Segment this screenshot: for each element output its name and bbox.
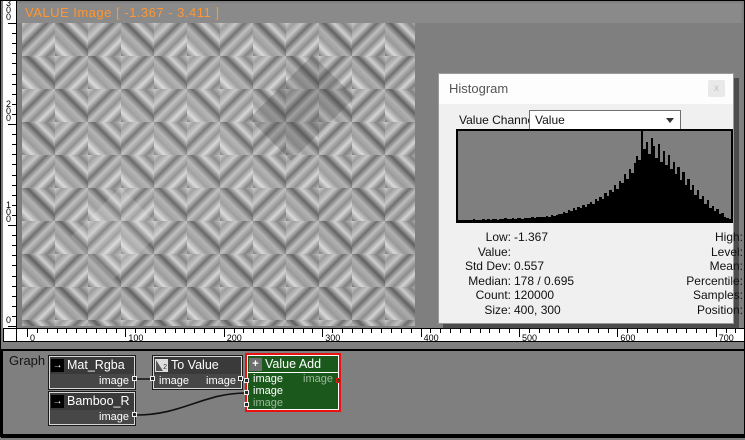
node-title: To Value — [171, 357, 219, 374]
value-channel-dropdown[interactable]: Value — [529, 110, 681, 130]
app-window: { "viewer": { "title": "VALUE Image [ -1… — [0, 0, 745, 437]
stat-lab: Value: — [447, 245, 511, 260]
node-mat-rgba[interactable]: → Mat_Rgba image — [49, 356, 135, 389]
stat-val: -1.367 — [514, 230, 622, 245]
port-label-image: image — [99, 374, 129, 388]
stat-lab: High: — [625, 230, 743, 245]
node-mat-rgba-output-row: image — [50, 374, 134, 388]
node-title: Value Add — [265, 356, 321, 373]
channel-row: Value Channel: Value — [439, 110, 733, 130]
histogram-chart — [456, 129, 733, 223]
arrow-right-icon: → — [51, 359, 64, 372]
port-mat-rgba-image-out[interactable] — [132, 376, 137, 381]
arrow-right-icon: → — [51, 395, 64, 408]
stat-val: 178 / 0.695 — [514, 274, 622, 289]
stat-val: 400, 300 — [514, 303, 622, 318]
node-value-add-row3: image — [248, 397, 338, 409]
port-bamboo-r-image-out[interactable] — [132, 412, 137, 417]
graph-panel-label: Graph — [9, 353, 45, 368]
stat-lab: Percentile: — [625, 274, 743, 289]
stat-lab: Low: — [447, 230, 511, 245]
node-value-add-header[interactable]: + Value Add — [248, 356, 338, 373]
node-bamboo-r[interactable]: → Bamboo_R image — [49, 392, 135, 425]
node-title: Mat_Rgba — [67, 357, 125, 374]
port-label-image: image — [253, 385, 283, 397]
node-to-value[interactable]: 2 To Value image image — [153, 356, 242, 389]
node-to-value-io-row: image image — [154, 374, 241, 388]
port-label-image: image — [159, 374, 189, 388]
histogram-stats: Low:-1.367High:3.411Value:Level:Std Dev:… — [447, 230, 729, 317]
ramp-icon: 2 — [155, 359, 168, 372]
stat-lab: Median: — [447, 274, 511, 289]
histogram-panel: Histogram x Value Channel: Value Low:-1.… — [438, 73, 734, 324]
node-bamboo-r-output-row: image — [50, 410, 134, 424]
port-value-add-image-in2[interactable] — [244, 390, 249, 395]
port-value-add-image-in1[interactable] — [244, 378, 249, 383]
stat-lab: Count: — [447, 288, 511, 303]
port-label-image-out: image — [303, 373, 333, 385]
node-title: Bamboo_R — [67, 393, 130, 410]
stat-lab: Samples: — [625, 288, 743, 303]
histogram-panel-title: Histogram — [449, 81, 508, 96]
port-to-value-image-in[interactable] — [150, 376, 155, 381]
graph-panel: Graph → Mat_Rgba image 2 To Value image … — [1, 349, 745, 438]
stat-val — [514, 245, 622, 260]
node-value-add-selected[interactable]: + Value Add image image image image — [247, 355, 339, 410]
port-value-add-image-out[interactable] — [336, 378, 341, 383]
port-label-image: image — [99, 410, 129, 424]
port-label-image: image — [206, 374, 236, 388]
node-to-value-header[interactable]: 2 To Value — [154, 357, 241, 374]
image-view-title: VALUE Image [ -1.367 - 3.411 ] — [17, 3, 742, 23]
stat-val: 120000 — [514, 288, 622, 303]
stat-val: 0.557 — [514, 259, 622, 274]
chevron-down-icon — [666, 118, 674, 123]
port-label-image: image — [253, 373, 283, 385]
node-bamboo-r-header[interactable]: → Bamboo_R — [50, 393, 134, 410]
stat-lab: Mean: — [625, 259, 743, 274]
histogram-panel-titlebar[interactable]: Histogram x — [439, 74, 733, 104]
value-channel-selected: Value — [535, 113, 565, 127]
horizontal-ruler: 0100200300400500600700 — [3, 328, 744, 342]
stat-lab: Std Dev: — [447, 259, 511, 274]
stat-lab: Level: — [625, 245, 743, 260]
vertical-ruler: 3 0 02 0 01 0 00 — [3, 1, 17, 328]
port-to-value-image-out[interactable] — [238, 376, 243, 381]
port-label-image: image — [253, 397, 283, 409]
stat-lab: Size: — [447, 303, 511, 318]
plus-icon: + — [249, 358, 262, 371]
value-channel-label: Value Channel: — [459, 113, 540, 127]
node-value-add-row2: image — [248, 385, 338, 397]
close-icon[interactable]: x — [708, 80, 725, 97]
value-image-preview — [22, 23, 415, 326]
stat-lab: Position: — [625, 303, 743, 318]
node-value-add-row1: image image — [248, 373, 338, 385]
ruler-corner — [3, 328, 17, 342]
port-value-add-image-in3[interactable] — [244, 402, 249, 407]
node-mat-rgba-header[interactable]: → Mat_Rgba — [50, 357, 134, 374]
